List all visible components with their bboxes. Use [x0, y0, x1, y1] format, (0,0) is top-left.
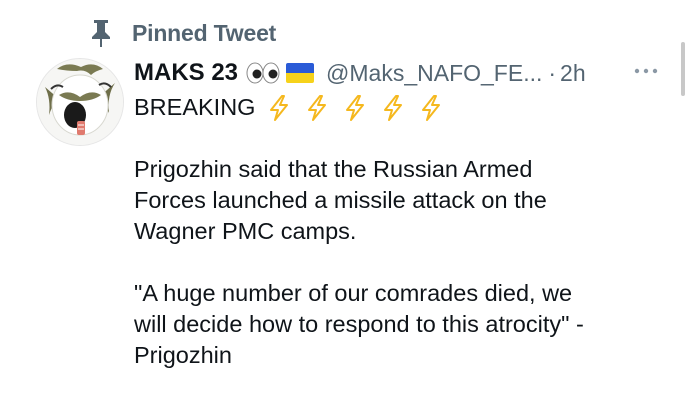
- tweet-body: BREAKING Prigozhin said that the Russian…: [134, 92, 674, 371]
- paragraph-2: "A huge number of our comrades died, we …: [134, 278, 674, 371]
- timestamp[interactable]: 2h: [560, 60, 586, 87]
- scrollbar[interactable]: [681, 42, 685, 96]
- ukraine-flag-icon: [286, 63, 315, 83]
- eyes-icon: [246, 62, 280, 84]
- text-line: Forces launched a missile attack on the: [134, 187, 547, 213]
- separator-dot: ·: [548, 59, 557, 86]
- more-button[interactable]: [632, 58, 660, 84]
- text-line: Prigozhin: [134, 342, 232, 368]
- pinned-label: Pinned Tweet: [132, 19, 277, 46]
- text-line: will decide how to respond to this atroc…: [134, 311, 584, 337]
- lightning-icon: [341, 94, 369, 121]
- headline: BREAKING: [134, 94, 256, 120]
- more-horizontal-icon: [634, 62, 658, 80]
- tweet[interactable]: Pinned Tweet MAKS 23 @Maks_NAFO_FE... · …: [0, 0, 690, 406]
- lightning-icon: [417, 94, 445, 121]
- handle[interactable]: @Maks_NAFO_FE...: [326, 60, 542, 87]
- text-line: "A huge number of our comrades died, we: [134, 280, 573, 306]
- pin-icon: [88, 18, 114, 48]
- lightning-icon: [303, 94, 331, 121]
- text-line: Prigozhin said that the Russian Armed: [134, 156, 533, 182]
- text-line: Wagner PMC camps.: [134, 218, 357, 244]
- tweet-header: MAKS 23 @Maks_NAFO_FE... · 2h: [134, 56, 586, 90]
- pinned-indicator: Pinned Tweet: [88, 18, 276, 48]
- headline-row: BREAKING: [134, 92, 674, 123]
- display-name[interactable]: MAKS 23: [134, 59, 238, 87]
- lightning-icon: [265, 94, 293, 121]
- lightning-icon: [379, 94, 407, 121]
- paragraph-1: Prigozhin said that the Russian Armed Fo…: [134, 154, 674, 247]
- avatar[interactable]: [36, 58, 124, 146]
